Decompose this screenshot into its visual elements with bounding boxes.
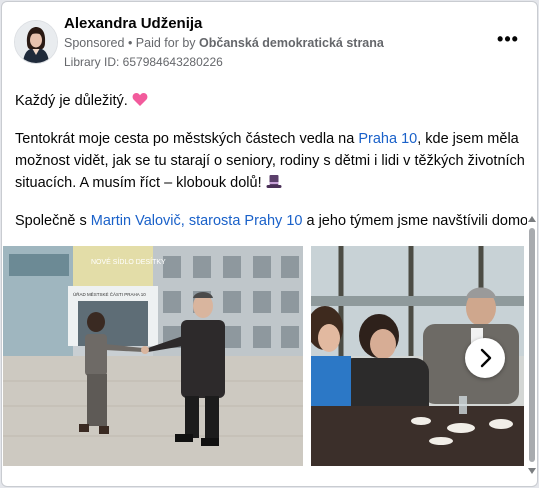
- library-id: Library ID: 657984643280226: [64, 55, 223, 69]
- chevron-right-icon: [480, 348, 492, 368]
- post-text-paragraph-3: Společně s Martin Valovič, starosta Prah…: [15, 210, 527, 232]
- post-text-line-1: Každý je důležitý.: [15, 90, 527, 114]
- top-hat-icon: [266, 174, 282, 196]
- post-text-p3-start: Společně s: [15, 213, 91, 229]
- scroll-up-arrow-icon[interactable]: [528, 216, 536, 222]
- photo-handshake[interactable]: NOVÉ SÍDLO DESÍTKY ÚŘAD MĚSTSKÉ ČÁSTI PR…: [3, 246, 303, 466]
- ad-post-card: Alexandra Udženija Sponsored • Paid for …: [1, 1, 538, 487]
- sponsored-line: Sponsored • Paid for by Občanská demokra…: [64, 36, 384, 50]
- more-options-icon[interactable]: •••: [496, 30, 520, 51]
- sponsored-label[interactable]: Sponsored: [64, 36, 124, 50]
- scroll-down-arrow-icon[interactable]: [528, 468, 536, 474]
- post-text-p3-end: a jeho týmem jsme navštívili domov...: [302, 213, 527, 229]
- carousel-next-button[interactable]: [465, 338, 505, 378]
- martin-valovic-link[interactable]: Martin Valovič, starosta Prahy 10: [91, 213, 303, 229]
- post-text-p2-start: Tentokrát moje cesta po městských částec…: [15, 131, 359, 147]
- praha-10-link[interactable]: Praha 10: [358, 131, 417, 147]
- post-text-p1: Každý je důležitý.: [15, 93, 128, 109]
- scrollbar[interactable]: [526, 214, 537, 478]
- post-text-paragraph-2: Tentokrát moje cesta po městských částec…: [15, 128, 527, 196]
- paid-for-name[interactable]: Občanská demokratická strana: [199, 36, 384, 50]
- image1-sign2: NOVÉ SÍDLO DESÍTKY: [91, 257, 166, 266]
- avatar[interactable]: [14, 20, 58, 64]
- author-name[interactable]: Alexandra Udženija: [64, 15, 202, 32]
- scrollbar-thumb[interactable]: [529, 228, 535, 462]
- heart-icon: [132, 92, 148, 114]
- image1-sign1: ÚŘAD MĚSTSKÉ ČÁSTI PRAHA 10: [73, 290, 146, 297]
- paid-for-prefix: • Paid for by: [124, 36, 200, 50]
